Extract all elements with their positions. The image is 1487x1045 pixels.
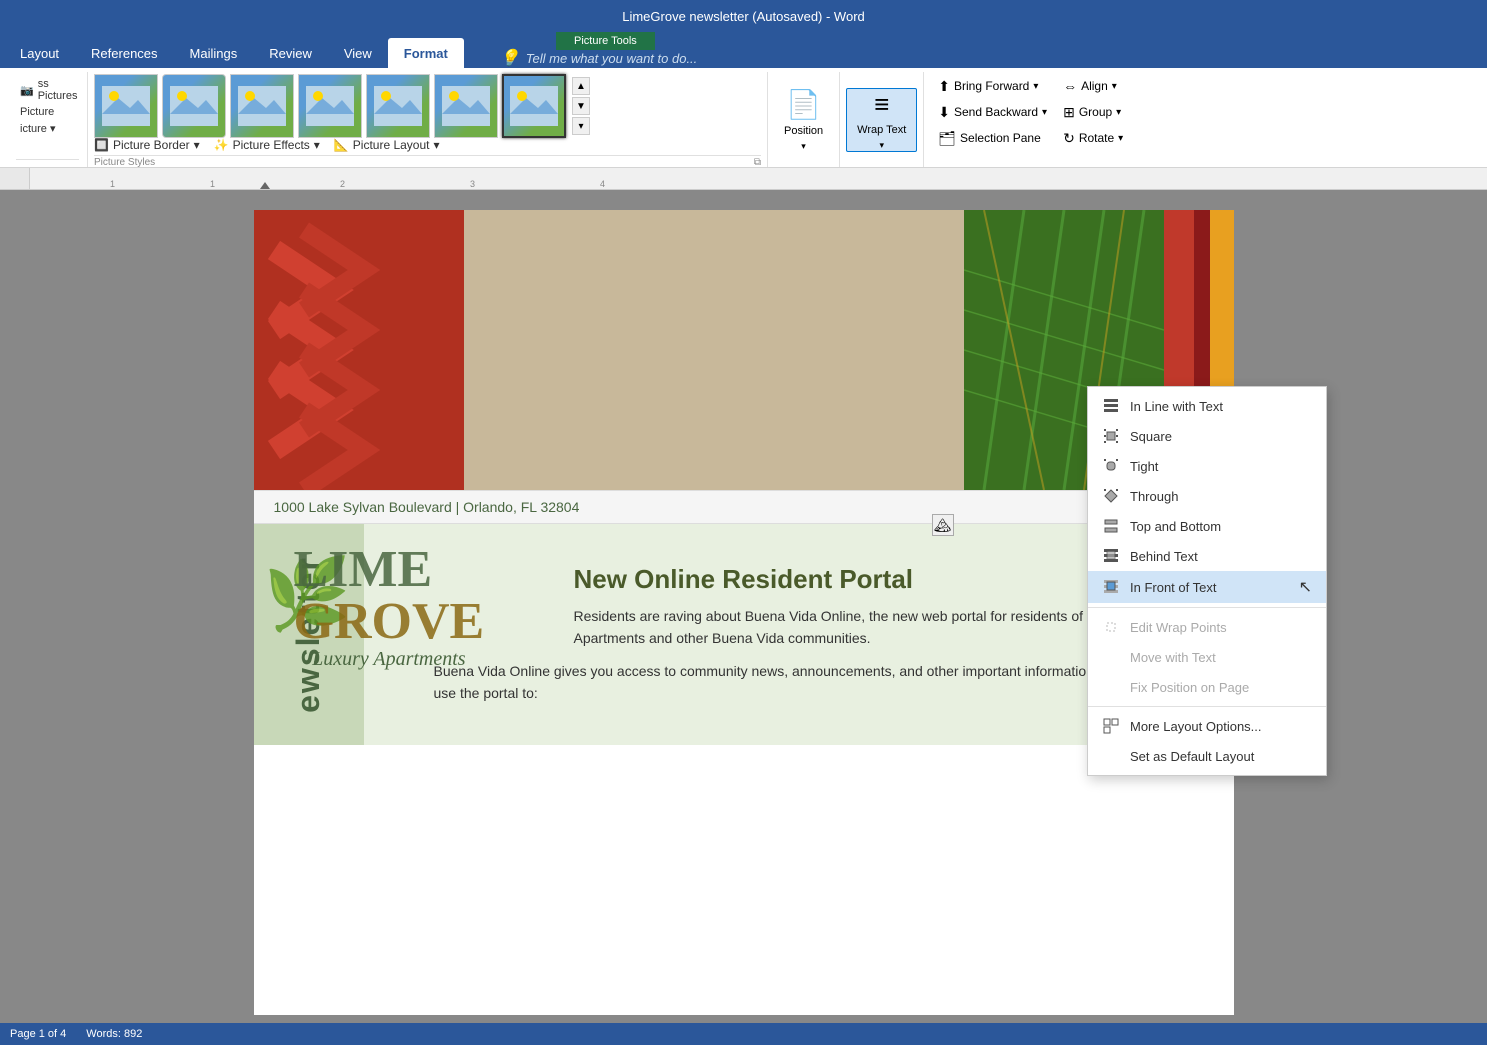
- wrap-morelayout-icon: [1102, 717, 1120, 735]
- wrap-infront-item[interactable]: In Front of Text ↖: [1088, 571, 1326, 603]
- ruler-marks: 1 1 2 3 4: [30, 168, 1487, 189]
- scroll-down-arrow[interactable]: ▼: [572, 97, 590, 115]
- tab-review[interactable]: Review: [253, 38, 328, 68]
- bring-forward-btn[interactable]: ⬆ Bring Forward ▾: [932, 74, 1053, 98]
- newsletter-content: New Online Resident Portal Residents are…: [374, 554, 1204, 705]
- align-btn[interactable]: ⇔ Align ▾: [1057, 74, 1129, 98]
- wrap-inline-item[interactable]: In Line with Text: [1088, 391, 1326, 421]
- picture-layout-btn[interactable]: 📐 Picture Layout ▾: [334, 138, 440, 152]
- tab-view[interactable]: View: [328, 38, 388, 68]
- wrap-square-icon: [1102, 427, 1120, 445]
- status-page: Page 1 of 4: [10, 1028, 66, 1040]
- wrap-through-item[interactable]: Through: [1088, 481, 1326, 511]
- wrap-movewith-icon: [1102, 648, 1120, 666]
- rotate-btn[interactable]: ↻ Rotate ▾: [1057, 126, 1129, 150]
- selection-pane-btn[interactable]: 🗂 Selection Pane: [932, 126, 1053, 150]
- wrap-inline-icon: [1102, 397, 1120, 415]
- tab-references[interactable]: References: [75, 38, 173, 68]
- wrap-behind-item[interactable]: Behind Text: [1088, 541, 1326, 571]
- tab-format[interactable]: Format: [388, 38, 464, 68]
- change-picture-btn[interactable]: Picture: [16, 104, 79, 120]
- picture-styles-group: ▲ ▼ ▾ 🔲 Picture Border ▾ ✨ Picture Effec…: [88, 72, 768, 167]
- position-btn[interactable]: 📄 Position ▾: [774, 88, 833, 152]
- style-thumb-7[interactable]: [502, 74, 566, 138]
- article-body-1: Residents are raving about Buena Vida On…: [374, 605, 1204, 650]
- cursor-indicator: ↖: [1299, 577, 1312, 597]
- wrap-text-btn[interactable]: ≡ Wrap Text ▾: [846, 88, 917, 152]
- tab-layout[interactable]: Layout: [4, 38, 75, 68]
- logo-lime: LIME: [294, 544, 485, 596]
- logo-overlay: 🌿 LIME GROVE Luxury Apartments: [294, 544, 485, 671]
- arrange-group: ⬆ Bring Forward ▾ ⬇ Send Backward ▾ 🗂 Se…: [924, 72, 1137, 167]
- ruler: 1 1 2 3 4: [0, 168, 1487, 190]
- style-scroll-arrows[interactable]: ▲ ▼ ▾: [572, 77, 590, 135]
- wrap-separator-1: [1088, 607, 1326, 608]
- document-area: 1000 Lake Sylvan Boulevard | Orlando, FL…: [0, 190, 1487, 1035]
- wrap-through-icon: [1102, 487, 1120, 505]
- wrap-tight-item[interactable]: Tight: [1088, 451, 1326, 481]
- wrap-editwrap-icon: [1102, 618, 1120, 636]
- wrap-behind-icon: [1102, 547, 1120, 565]
- style-thumb-2[interactable]: [162, 74, 226, 138]
- style-thumb-5[interactable]: [366, 74, 430, 138]
- style-thumb-3[interactable]: [230, 74, 294, 138]
- header-center: [464, 210, 964, 490]
- reset-picture-btn[interactable]: icture ▾: [16, 120, 79, 137]
- tab-mailings[interactable]: Mailings: [174, 38, 254, 68]
- wrap-infront-icon: [1102, 578, 1120, 596]
- style-thumb-1[interactable]: [94, 74, 158, 138]
- picture-effects-btn[interactable]: ✨ Picture Effects ▾: [214, 138, 320, 152]
- compress-pictures-btn[interactable]: 📷ss Pictures: [16, 76, 79, 104]
- status-words: Words: 892: [86, 1028, 142, 1040]
- wrap-text-dropdown: In Line with Text Square Tight Through T…: [1087, 386, 1327, 776]
- group-btn[interactable]: ⊞ Group ▾: [1057, 100, 1129, 124]
- logo-subtitle: Luxury Apartments: [294, 648, 485, 671]
- wrap-topbottom-icon: [1102, 517, 1120, 535]
- picture-tools-label: Picture Tools: [556, 32, 655, 50]
- wrap-morelayout-item[interactable]: More Layout Options...: [1088, 711, 1326, 741]
- picture-border-btn[interactable]: 🔲 Picture Border ▾: [94, 138, 200, 152]
- article-body-2: Buena Vida Online gives you access to co…: [374, 660, 1204, 705]
- wrap-fixpos-item: Fix Position on Page: [1088, 672, 1326, 702]
- wrap-fixpos-icon: [1102, 678, 1120, 696]
- title-bar: LimeGrove newsletter (Autosaved) - Word: [0, 0, 1487, 32]
- header-left-red: [254, 210, 464, 490]
- wrap-setdefault-item[interactable]: Set as Default Layout: [1088, 741, 1326, 771]
- image-anchor-handle[interactable]: 🏔: [932, 514, 954, 536]
- wrap-tight-icon: [1102, 457, 1120, 475]
- article-title: New Online Resident Portal: [374, 554, 1204, 595]
- wrap-editwrap-item: Edit Wrap Points: [1088, 612, 1326, 642]
- wrap-square-item[interactable]: Square: [1088, 421, 1326, 451]
- tell-me-search[interactable]: 💡 Tell me what you want to do...: [484, 48, 713, 68]
- wrap-movewith-item: Move with Text: [1088, 642, 1326, 672]
- ribbon-tab-bar: Layout References Mailings Review View F…: [0, 32, 1487, 68]
- style-thumb-6[interactable]: [434, 74, 498, 138]
- picture-styles-group-label: Picture Styles: [94, 157, 155, 168]
- send-backward-btn[interactable]: ⬇ Send Backward ▾: [932, 100, 1053, 124]
- logo-grove: GROVE: [294, 596, 485, 648]
- picture-style-thumbnails: ▲ ▼ ▾: [94, 74, 761, 138]
- scroll-expand-arrow[interactable]: ▾: [572, 117, 590, 135]
- picture-styles-expand-btn[interactable]: ⧉: [754, 157, 761, 168]
- app-title: LimeGrove newsletter (Autosaved) - Word: [12, 9, 1475, 24]
- wrap-separator-2: [1088, 706, 1326, 707]
- scroll-up-arrow[interactable]: ▲: [572, 77, 590, 95]
- wrap-topbottom-item[interactable]: Top and Bottom: [1088, 511, 1326, 541]
- style-thumb-4[interactable]: [298, 74, 362, 138]
- picture-styles-bottom: 🔲 Picture Border ▾ ✨ Picture Effects ▾ 📐…: [94, 138, 761, 155]
- wrap-setdefault-icon: [1102, 747, 1120, 765]
- chevron-pattern-svg: [254, 210, 464, 490]
- ribbon: 📷ss Pictures Picture icture ▾: [0, 68, 1487, 168]
- ruler-corner: [0, 168, 30, 189]
- status-bar: Page 1 of 4 Words: 892: [0, 1023, 1487, 1045]
